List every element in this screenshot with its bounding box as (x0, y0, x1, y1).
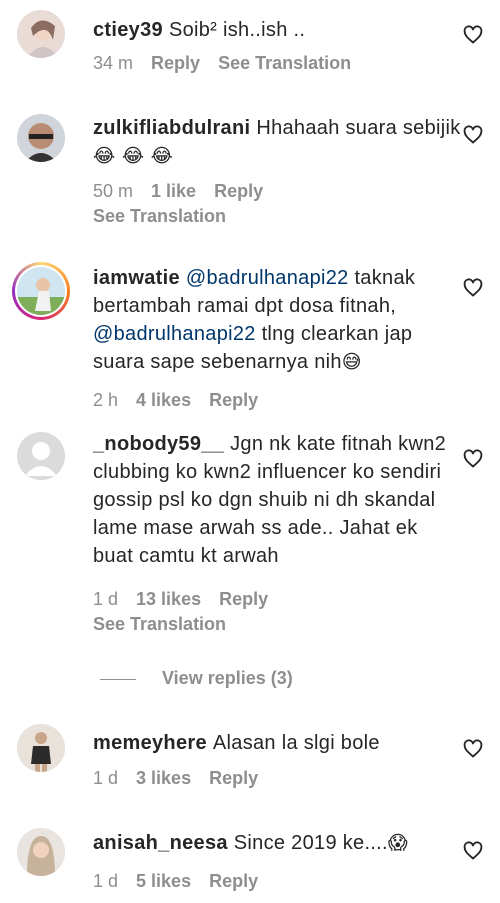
default-avatar-icon[interactable] (17, 432, 65, 480)
comment-meta: 1 d 5 likes Reply (93, 871, 276, 892)
likes-count[interactable]: 1 like (151, 181, 196, 201)
timestamp: 50 m (93, 181, 134, 201)
scream-emoji: 😱 (387, 832, 408, 854)
see-translation-button[interactable]: See Translation (218, 53, 351, 73)
reply-button[interactable]: Reply (219, 589, 268, 609)
likes-count[interactable]: 4 likes (136, 390, 191, 410)
timestamp: 34 m (93, 53, 134, 73)
reply-button[interactable]: Reply (209, 768, 258, 788)
comment-text: Alasan la slgi bole (212, 732, 380, 754)
username[interactable]: anisah_neesa (93, 832, 228, 854)
heart-icon[interactable] (463, 278, 483, 298)
comment-text: Since 2019 ke.... (233, 832, 388, 854)
see-translation-button[interactable]: See Translation (93, 614, 226, 635)
sweat-smile-emoji: 😅 (341, 351, 362, 373)
username[interactable]: memeyhere (93, 732, 207, 754)
comment-text: Soib² ish..ish .. (168, 19, 306, 41)
avatar[interactable] (17, 114, 65, 162)
avatar[interactable] (17, 10, 65, 58)
heart-icon[interactable] (463, 25, 483, 45)
avatar (17, 267, 65, 315)
timestamp: 1 d (93, 871, 119, 891)
avatar[interactable] (17, 828, 65, 876)
avatar[interactable] (17, 724, 65, 772)
story-ring[interactable] (12, 262, 70, 320)
divider (100, 678, 136, 680)
username[interactable]: _nobody59__ (93, 433, 224, 455)
likes-count[interactable]: 13 likes (136, 589, 201, 609)
reply-button[interactable]: Reply (214, 181, 263, 201)
reply-button[interactable]: Reply (209, 390, 258, 410)
heart-icon[interactable] (463, 841, 483, 861)
heart-icon[interactable] (463, 449, 483, 469)
mention-link[interactable]: @badrulhanapi22 (186, 267, 349, 289)
heart-icon[interactable] (463, 739, 483, 759)
reply-button[interactable]: Reply (151, 53, 200, 73)
heart-icon[interactable] (463, 125, 483, 145)
comment-meta: 1 d 13 likes Reply (93, 589, 286, 610)
comment-meta: 50 m 1 like Reply (93, 181, 281, 202)
view-replies-button[interactable]: View replies (3) (100, 668, 293, 689)
likes-count[interactable]: 3 likes (136, 768, 191, 788)
username[interactable]: iamwatie (93, 267, 180, 289)
comment-meta: 1 d 3 likes Reply (93, 768, 276, 789)
comment-meta: 2 h 4 likes Reply (93, 390, 276, 411)
comment-meta: 34 m Reply See Translation (93, 53, 369, 74)
comment-text: Hhahaah suara sebijik (256, 117, 461, 139)
timestamp: 2 h (93, 390, 119, 410)
likes-count[interactable]: 5 likes (136, 871, 191, 891)
reply-button[interactable]: Reply (209, 871, 258, 891)
mention-link[interactable]: @badrulhanapi22 (93, 323, 256, 345)
see-translation-button[interactable]: See Translation (93, 206, 226, 227)
laughing-emoji: 😂 😂 😂 (93, 145, 174, 167)
username[interactable]: zulkifliabdulrani (93, 117, 250, 139)
timestamp: 1 d (93, 589, 119, 609)
username[interactable]: ctiey39 (93, 19, 163, 41)
timestamp: 1 d (93, 768, 119, 788)
